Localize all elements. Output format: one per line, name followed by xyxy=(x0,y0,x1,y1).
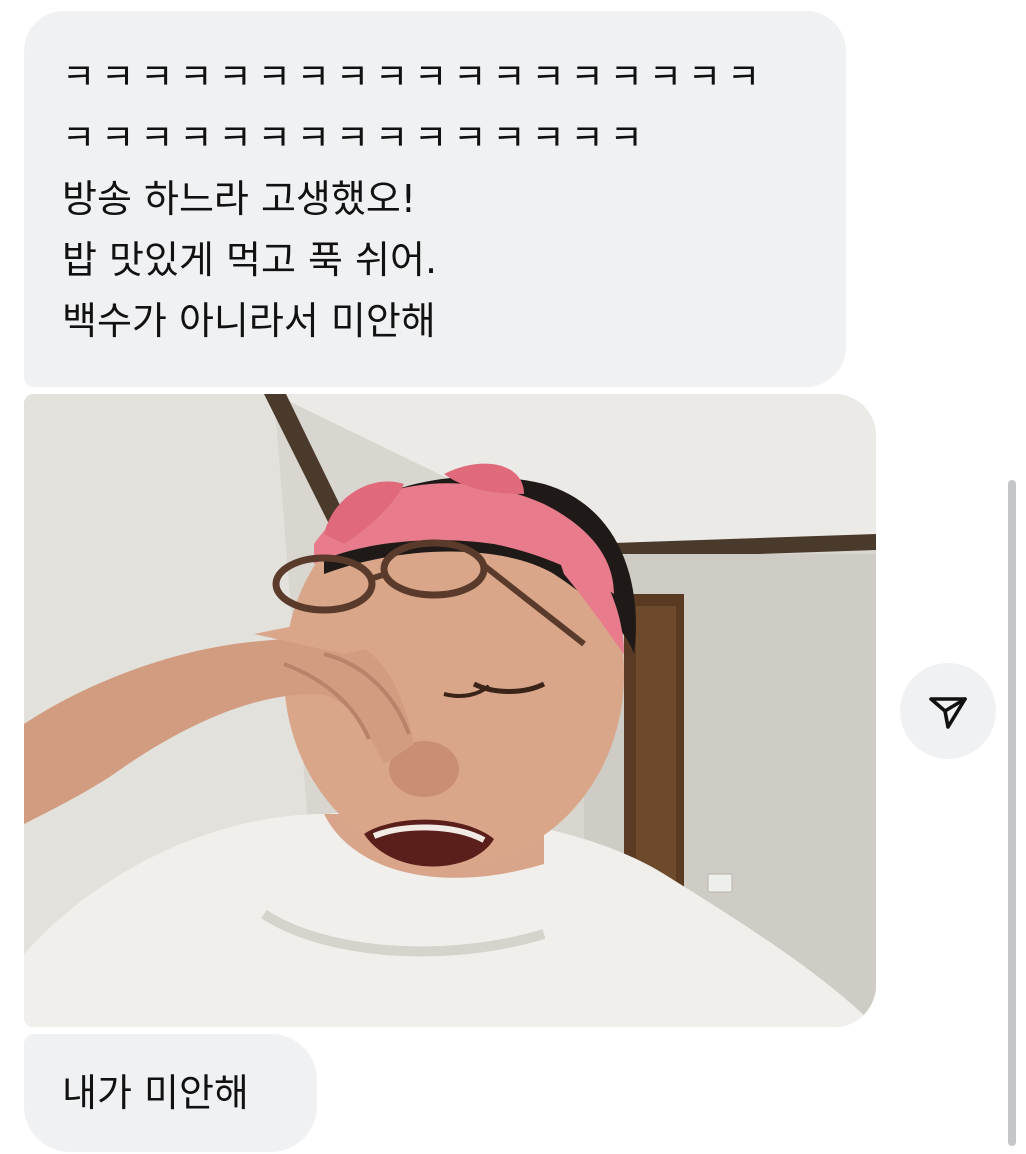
message-bubble-received[interactable]: 내가 미안해 xyxy=(24,1034,317,1152)
message-line: 밥 맛있게 먹고 푹 쉬어. xyxy=(62,238,438,282)
paper-plane-icon xyxy=(929,697,967,729)
scrollbar[interactable] xyxy=(1008,480,1016,1146)
share-button[interactable] xyxy=(900,663,996,759)
message-image[interactable] xyxy=(24,394,876,1027)
crying-man-photo xyxy=(24,394,876,1027)
message-line: ㅋㅋㅋㅋㅋㅋㅋㅋㅋㅋㅋㅋㅋㅋㅋ xyxy=(62,118,649,159)
message-bubble-received[interactable]: ㅋㅋㅋㅋㅋㅋㅋㅋㅋㅋㅋㅋㅋㅋㅋㅋㅋㅋ ㅋㅋㅋㅋㅋㅋㅋㅋㅋㅋㅋㅋㅋㅋㅋ 방송 하느… xyxy=(24,11,846,387)
message-line: 방송 하느라 고생했오! xyxy=(62,177,417,221)
message-line: ㅋㅋㅋㅋㅋㅋㅋㅋㅋㅋㅋㅋㅋㅋㅋㅋㅋㅋ xyxy=(62,57,767,98)
message-line: 백수가 아니라서 미안해 xyxy=(62,299,436,343)
message-line: 내가 미안해 xyxy=(62,1071,249,1115)
